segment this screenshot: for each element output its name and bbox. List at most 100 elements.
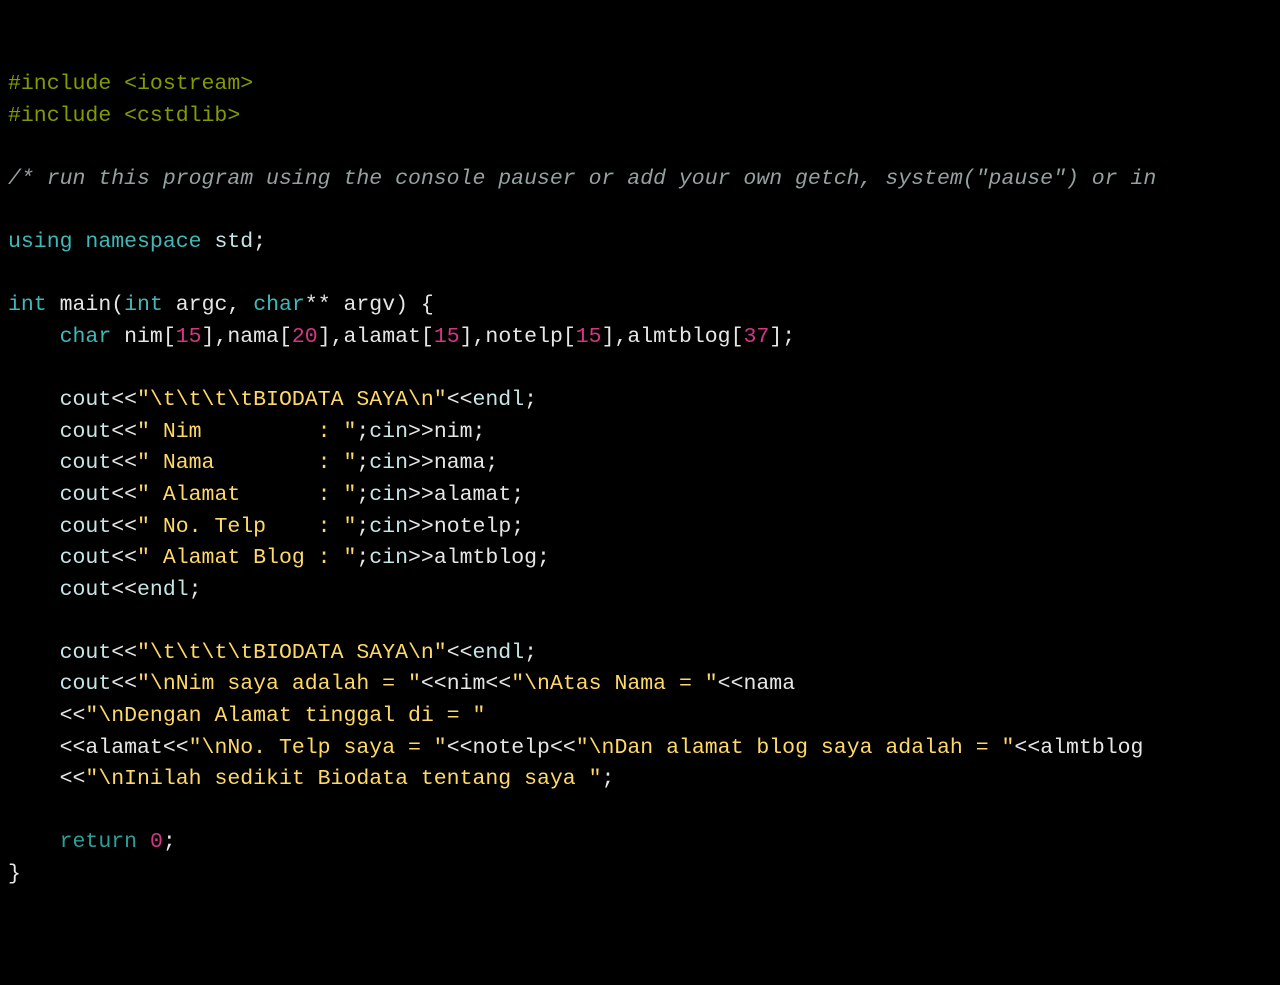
cin: cin	[369, 451, 408, 475]
string: " Alamat Blog : "	[137, 546, 356, 570]
string: "\nDengan Alamat tinggal di = "	[85, 704, 485, 728]
type-int: int	[124, 293, 163, 317]
decl: ],nama[	[202, 325, 292, 349]
keyword-return: return	[8, 830, 137, 854]
op: >>	[408, 420, 434, 444]
brace: }	[8, 862, 21, 886]
type-char: char	[253, 293, 305, 317]
var: alamat;	[434, 483, 524, 507]
op: <<	[111, 451, 137, 475]
decl: ];	[769, 325, 795, 349]
op: <<	[8, 767, 85, 791]
op: <<	[111, 672, 137, 696]
semi: ;	[602, 767, 615, 791]
var: nim	[447, 672, 486, 696]
var: almtblog;	[434, 546, 550, 570]
num: 37	[744, 325, 770, 349]
cin: cin	[369, 515, 408, 539]
op: <<	[447, 736, 473, 760]
op: <<	[111, 546, 137, 570]
semi: ;	[189, 578, 202, 602]
string: "\nNo. Telp saya = "	[189, 736, 447, 760]
var: nama;	[434, 451, 499, 475]
decl: ],notelp[	[460, 325, 576, 349]
semi: ;	[356, 515, 369, 539]
cout: cout	[8, 451, 111, 475]
op: <<	[8, 704, 85, 728]
cout: cout	[8, 672, 111, 696]
fn-main: main(	[47, 293, 124, 317]
op: >>	[408, 515, 434, 539]
op: <<	[718, 672, 744, 696]
op: >>	[408, 546, 434, 570]
op: <<	[447, 641, 473, 665]
decl: ],almtblog[	[602, 325, 744, 349]
type-char: char	[8, 325, 111, 349]
keyword-using: using	[8, 230, 73, 254]
op: <<	[111, 515, 137, 539]
type-int: int	[8, 293, 47, 317]
code-editor: #include <iostream> #include <cstdlib> /…	[8, 69, 1272, 890]
op: <<	[163, 736, 189, 760]
op: <<	[111, 420, 137, 444]
cin: cin	[369, 420, 408, 444]
header: <cstdlib>	[111, 104, 240, 128]
num: 15	[434, 325, 460, 349]
semi: ;	[356, 546, 369, 570]
semi: ;	[356, 483, 369, 507]
op: <<	[111, 483, 137, 507]
op: <<	[8, 736, 85, 760]
preproc: #include	[8, 104, 111, 128]
var: notelp;	[434, 515, 524, 539]
var: notelp	[473, 736, 550, 760]
semi: ;	[524, 388, 537, 412]
string: " No. Telp : "	[137, 515, 356, 539]
comment: /* run this program using the console pa…	[8, 167, 1156, 191]
decl: ],alamat[	[318, 325, 434, 349]
semi: ;	[163, 830, 176, 854]
string: "\nNim saya adalah = "	[137, 672, 421, 696]
op: <<	[421, 672, 447, 696]
cin: cin	[369, 546, 408, 570]
semi: ;	[356, 451, 369, 475]
op: <<	[1014, 736, 1040, 760]
cout: cout	[8, 515, 111, 539]
num: 15	[576, 325, 602, 349]
var: nama	[743, 672, 795, 696]
header: <iostream>	[111, 72, 253, 96]
op: <<	[485, 672, 511, 696]
op: <<	[111, 578, 137, 602]
num: 20	[292, 325, 318, 349]
semi: ;	[253, 230, 266, 254]
endl: endl	[137, 578, 189, 602]
string: " Nama : "	[137, 451, 356, 475]
semi: ;	[524, 641, 537, 665]
cout: cout	[8, 483, 111, 507]
cout: cout	[8, 388, 111, 412]
op: <<	[550, 736, 576, 760]
keyword-namespace: namespace	[73, 230, 202, 254]
cout: cout	[8, 641, 111, 665]
cout: cout	[8, 578, 111, 602]
string: " Alamat : "	[137, 483, 356, 507]
op: >>	[408, 451, 434, 475]
var: nim;	[434, 420, 486, 444]
param: argc,	[163, 293, 253, 317]
num: 15	[176, 325, 202, 349]
string: "\t\t\t\tBIODATA SAYA\n"	[137, 641, 447, 665]
string: "\nAtas Nama = "	[511, 672, 717, 696]
op: <<	[447, 388, 473, 412]
cout: cout	[8, 420, 111, 444]
decl: nim[	[111, 325, 176, 349]
sp	[137, 830, 150, 854]
string: "\nDan alamat blog saya adalah = "	[576, 736, 1015, 760]
cout: cout	[8, 546, 111, 570]
num: 0	[150, 830, 163, 854]
string: "\nInilah sedikit Biodata tentang saya "	[85, 767, 601, 791]
endl: endl	[473, 641, 525, 665]
op: >>	[408, 483, 434, 507]
op: <<	[111, 388, 137, 412]
param: ** argv) {	[305, 293, 434, 317]
var: alamat	[85, 736, 162, 760]
op: <<	[111, 641, 137, 665]
